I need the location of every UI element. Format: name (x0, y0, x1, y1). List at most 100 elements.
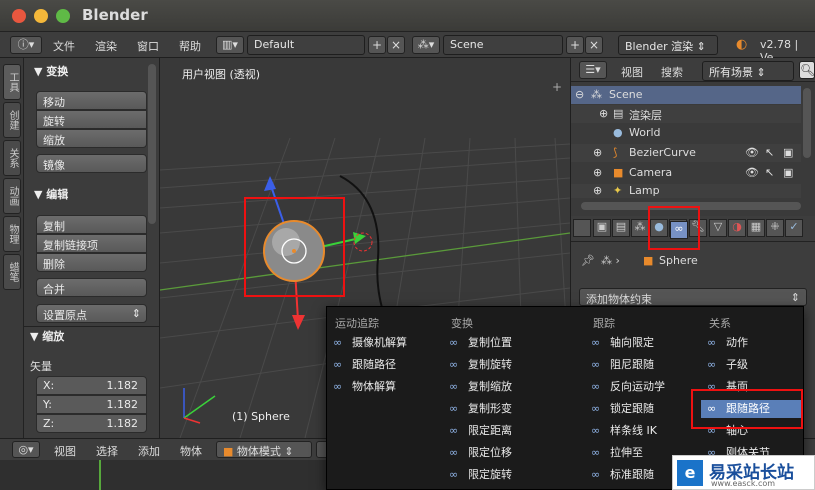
menu-window[interactable]: 窗口 (137, 38, 159, 54)
outliner-row-scene[interactable]: ⊖ ⁂ Scene (571, 86, 801, 104)
outliner-search-icon[interactable]: 🔍︎ (799, 61, 815, 79)
render-tab-icon[interactable]: ▣ (593, 219, 611, 237)
menu-item-object-solver[interactable]: ∞ 物体解算 (333, 378, 441, 396)
remove-layout-icon[interactable]: × (387, 36, 405, 54)
particles-tab-icon[interactable]: ⁜ (766, 219, 784, 237)
menu-item-copy-location[interactable]: ∞ 复制位置 (449, 334, 579, 352)
scale-z-field[interactable]: Z: 1.182 (36, 414, 147, 433)
delete-button[interactable]: 删除 (36, 253, 147, 272)
outliner-search-menu[interactable]: 搜索 (661, 64, 683, 80)
menu-item-copy-rotation[interactable]: ∞ 复制旋转 (449, 356, 579, 374)
edit-panel-header[interactable]: ▼ 编辑 (34, 186, 68, 202)
duplicate-button[interactable]: 复制 (36, 215, 147, 234)
menu-add[interactable]: 添加 (138, 443, 160, 459)
menu-item-child-of[interactable]: ∞ 子级 (707, 356, 799, 374)
menu-select[interactable]: 选择 (96, 443, 118, 459)
visibility-eye-icon[interactable]: 👁︎ (745, 146, 759, 159)
render-layers-tab-icon[interactable]: ▤ (612, 219, 630, 237)
physics-tab-icon[interactable]: ✓ (785, 219, 803, 237)
maximize-window-button[interactable] (56, 9, 70, 23)
expand-icon[interactable]: ⊕ (593, 184, 602, 197)
collapse-icon[interactable]: ⊖ (575, 88, 584, 101)
duplicate-linked-button[interactable]: 复制链接项 (36, 234, 147, 253)
expand-icon[interactable]: ⊕ (593, 166, 602, 179)
menu-item-limit-distance[interactable]: ∞ 限定距离 (449, 422, 579, 440)
current-frame-marker[interactable] (99, 460, 101, 490)
menu-item-limit-rotation[interactable]: ∞ 限定旋转 (449, 466, 579, 484)
render-engine-select[interactable]: Blender 渲染 ⇕ (618, 35, 718, 55)
visibility-eye-icon[interactable]: 👁︎ (745, 166, 759, 179)
set-origin-button[interactable]: 设置原点 ⇕ (36, 304, 147, 323)
add-scene-icon[interactable]: + (566, 36, 584, 54)
outliner-row-beziercurve[interactable]: ⊕ ⟆ BezierCurve 👁︎ ↖ ▣ (571, 144, 801, 162)
menu-help[interactable]: 帮助 (179, 38, 201, 54)
tab-create[interactable]: 创建 (3, 102, 21, 138)
tab-grease-pencil[interactable]: 蜡笔 (3, 254, 21, 290)
outliner-row-render-layers[interactable]: ⊕ ▤ 渲染层 (571, 105, 801, 123)
menu-item-locked-follow[interactable]: ∞ 锁定跟随 (591, 400, 701, 418)
add-layout-icon[interactable]: + (368, 36, 386, 54)
expand-icon[interactable]: ⊕ (593, 146, 602, 159)
scene-field[interactable]: Scene (443, 35, 563, 55)
scene-tab-icon[interactable]: ⁂ (631, 219, 649, 237)
scene-icon[interactable]: ⁂▾ (412, 36, 440, 54)
tab-animation[interactable]: 动画 (3, 178, 21, 214)
pin-icon[interactable]: 📌︎ (581, 254, 595, 267)
editor-type-icon[interactable]: ◎▾ (12, 441, 40, 458)
scale-y-field[interactable]: Y: 1.182 (36, 395, 147, 414)
outliner-row-lamp[interactable]: ⊕ ✦ Lamp (571, 184, 801, 198)
join-button[interactable]: 合并 (36, 278, 147, 297)
layout-field[interactable]: Default (247, 35, 365, 55)
menu-item-copy-scale[interactable]: ∞ 复制缩放 (449, 378, 579, 396)
editor-type-icon[interactable] (573, 219, 591, 237)
transform-panel-header[interactable]: ▼ 变换 (34, 63, 68, 79)
scale-button[interactable]: 缩放 (36, 129, 147, 148)
remove-scene-icon[interactable]: × (585, 36, 603, 54)
add-constraint-select[interactable]: 添加物体约束 ⇕ (579, 288, 807, 306)
texture-tab-icon[interactable]: ▦ (747, 219, 765, 237)
close-window-button[interactable] (12, 9, 26, 23)
toolshelf-scrollbar[interactable] (148, 64, 156, 224)
expand-icon[interactable]: ⊕ (599, 107, 608, 120)
data-tab-icon[interactable]: ▽ (709, 219, 727, 237)
outliner-view-menu[interactable]: 视图 (621, 64, 643, 80)
outliner-type-icon[interactable]: ☰▾ (579, 61, 607, 79)
menu-item-action[interactable]: ∞ 动作 (707, 334, 799, 352)
material-tab-icon[interactable]: ◑ (728, 219, 746, 237)
layout-icon[interactable]: ▥▾ (216, 36, 244, 54)
menu-render[interactable]: 渲染 (95, 38, 117, 54)
viewport-add-icon[interactable]: + (552, 80, 562, 94)
scene-icon: ⁂ (591, 88, 602, 101)
select-arrow-icon[interactable]: ↖ (765, 146, 774, 159)
menu-item-locked-track[interactable]: ∞ 轴向限定 (591, 334, 701, 352)
mode-select[interactable]: ■ 物体模式 ⇕ (216, 441, 312, 458)
outliner-scrollbar[interactable] (803, 88, 811, 158)
menu-item-copy-transforms[interactable]: ∞ 复制形变 (449, 400, 579, 418)
outliner-row-world[interactable]: ● World (571, 124, 801, 142)
menu-item-limit-location[interactable]: ∞ 限定位移 (449, 444, 579, 462)
render-camera-icon[interactable]: ▣ (783, 146, 793, 159)
select-arrow-icon[interactable]: ↖ (765, 166, 774, 179)
mirror-button[interactable]: 镜像 (36, 154, 147, 173)
info-editor-type-icon[interactable]: ⓘ▾ (10, 36, 42, 54)
tab-physics[interactable]: 物理 (3, 216, 21, 252)
render-camera-icon[interactable]: ▣ (783, 166, 793, 179)
rotate-button[interactable]: 旋转 (36, 110, 147, 129)
menu-item-damped-track[interactable]: ∞ 阻尼跟随 (591, 356, 701, 374)
menu-file[interactable]: 文件 (53, 38, 75, 54)
menu-view[interactable]: 视图 (54, 443, 76, 459)
menu-object[interactable]: 物体 (180, 443, 202, 459)
menu-item-spline-ik[interactable]: ∞ 样条线 IK (591, 422, 701, 440)
tab-relations[interactable]: 关系 (3, 140, 21, 176)
move-button[interactable]: 移动 (36, 91, 147, 110)
menu-item-follow-track[interactable]: ∞ 跟随路径 (333, 356, 441, 374)
menu-item-camera-solver[interactable]: ∞ 摄像机解算 (333, 334, 441, 352)
link-icon: ∞ (449, 468, 459, 481)
scale-panel-header[interactable]: ▼ 缩放 (30, 328, 64, 344)
outliner-row-camera[interactable]: ⊕ ■ Camera 👁︎ ↖ ▣ (571, 164, 801, 182)
menu-item-inverse-kinematics[interactable]: ∞ 反向运动学 (591, 378, 701, 396)
minimize-window-button[interactable] (34, 9, 48, 23)
tab-tools[interactable]: 工具 (3, 64, 21, 100)
outliner-filter-select[interactable]: 所有场景 ⇕ (702, 61, 794, 81)
scale-x-field[interactable]: X: 1.182 (36, 376, 147, 395)
